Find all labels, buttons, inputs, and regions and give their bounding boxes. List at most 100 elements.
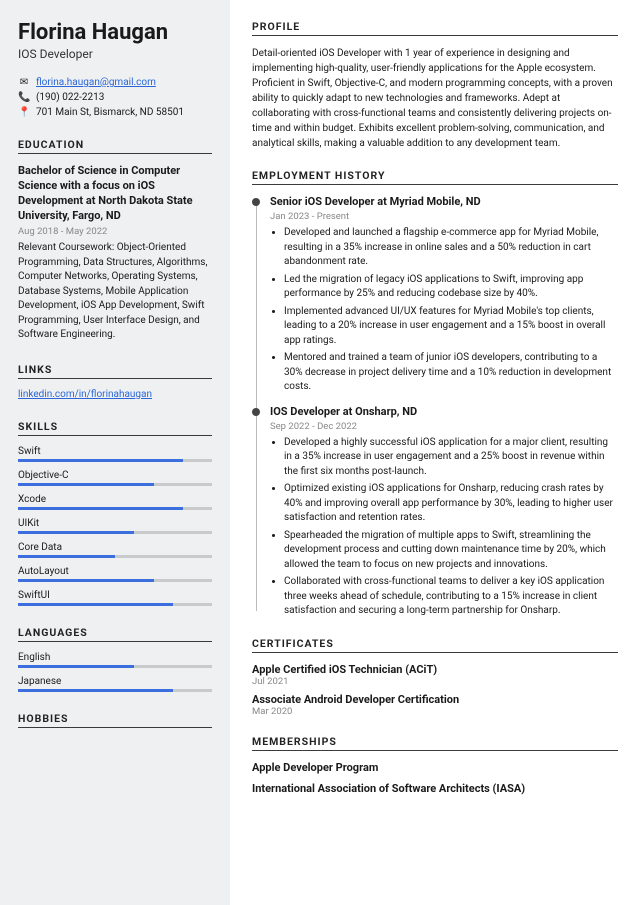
skill-row: AutoLayout bbox=[18, 566, 212, 582]
job-dates: Sep 2022 - Dec 2022 bbox=[270, 421, 618, 432]
heading-certificates: Certificates bbox=[252, 637, 618, 650]
job-title: IOS Developer at Onsharp, ND bbox=[270, 405, 618, 418]
skill-name: UIKit bbox=[18, 518, 212, 531]
contact-phone-row: 📞 (190) 022-2213 bbox=[18, 92, 212, 103]
sidebar: Florina Haugan IOS Developer ✉ florina.h… bbox=[0, 0, 230, 905]
skill-bar-fill bbox=[18, 665, 134, 668]
skill-bar-track bbox=[18, 483, 212, 486]
skill-bar-fill bbox=[18, 689, 173, 692]
certificate-date: Jul 2021 bbox=[252, 676, 618, 687]
person-role: IOS Developer bbox=[18, 47, 212, 61]
skill-row: SwiftUI bbox=[18, 590, 212, 606]
languages-list: English Japanese bbox=[18, 652, 212, 692]
divider bbox=[252, 750, 618, 751]
divider bbox=[252, 184, 618, 185]
skill-bar-fill bbox=[18, 507, 183, 510]
job-dates: Jan 2023 - Present bbox=[270, 211, 618, 222]
certificate-title: Apple Certified iOS Technician (ACiT) bbox=[252, 663, 618, 676]
certificate-title: Associate Android Developer Certificatio… bbox=[252, 693, 618, 706]
pin-icon: 📍 bbox=[18, 107, 30, 118]
employment-section: Employment History Senior iOS Developer … bbox=[252, 169, 618, 619]
job-bullet: Collaborated with cross-functional teams… bbox=[284, 575, 618, 619]
profile-text: Detail-oriented iOS Developer with 1 yea… bbox=[252, 46, 618, 151]
skill-name: Xcode bbox=[18, 494, 212, 507]
divider bbox=[18, 727, 212, 728]
skill-bar-fill bbox=[18, 459, 183, 462]
membership-item: International Association of Software Ar… bbox=[252, 782, 618, 795]
skill-row: Swift bbox=[18, 446, 212, 462]
job-bullet: Developed and launched a flagship e-comm… bbox=[284, 226, 618, 270]
skill-bar-fill bbox=[18, 555, 115, 558]
skill-bar-fill bbox=[18, 603, 173, 606]
education-body: Relevant Coursework: Object-Oriented Pro… bbox=[18, 241, 212, 343]
job-bullet: Implemented advanced UI/UX features for … bbox=[284, 305, 618, 349]
timeline-dot-icon bbox=[252, 408, 260, 416]
job-bullet: Mentored and trained a team of junior iO… bbox=[284, 351, 618, 395]
heading-languages: Languages bbox=[18, 626, 212, 639]
skill-name: Core Data bbox=[18, 542, 212, 555]
skill-bar-track bbox=[18, 603, 212, 606]
contact-email-row: ✉ florina.haugan@gmail.com bbox=[18, 77, 212, 88]
heading-hobbies: Hobbies bbox=[18, 712, 212, 725]
memberships-section: Memberships Apple Developer ProgramInter… bbox=[252, 735, 618, 795]
skill-bar-track bbox=[18, 507, 212, 510]
job-entry: Senior iOS Developer at Myriad Mobile, N… bbox=[252, 195, 618, 395]
job-entry: IOS Developer at Onsharp, ND Sep 2022 - D… bbox=[252, 405, 618, 619]
skill-row: UIKit bbox=[18, 518, 212, 534]
heading-education: Education bbox=[18, 138, 212, 151]
job-bullets: Developed a highly successful iOS applic… bbox=[284, 436, 618, 619]
contact-address-row: 📍 701 Main St, Bismarck, ND 58501 bbox=[18, 107, 212, 118]
heading-memberships: Memberships bbox=[252, 735, 618, 748]
education-dates: Aug 2018 - May 2022 bbox=[18, 226, 212, 237]
job-bullet: Spearheaded the migration of multiple ap… bbox=[284, 529, 618, 573]
address-text: 701 Main St, Bismarck, ND 58501 bbox=[36, 107, 184, 118]
person-name: Florina Haugan bbox=[18, 20, 212, 45]
employment-timeline: Senior iOS Developer at Myriad Mobile, N… bbox=[252, 195, 618, 619]
skill-name: SwiftUI bbox=[18, 590, 212, 603]
divider bbox=[252, 652, 618, 653]
heading-profile: Profile bbox=[252, 20, 618, 33]
job-bullets: Developed and launched a flagship e-comm… bbox=[284, 226, 618, 395]
job-title: Senior iOS Developer at Myriad Mobile, N… bbox=[270, 195, 618, 208]
timeline-dot-icon bbox=[252, 198, 260, 206]
skill-name: Japanese bbox=[18, 676, 212, 689]
skill-bar-track bbox=[18, 579, 212, 582]
skill-bar-track bbox=[18, 555, 212, 558]
profile-section: Profile Detail-oriented iOS Developer wi… bbox=[252, 20, 618, 151]
divider bbox=[18, 641, 212, 642]
certificates-section: Certificates Apple Certified iOS Technic… bbox=[252, 637, 618, 717]
skill-bar-track bbox=[18, 459, 212, 462]
skill-row: Core Data bbox=[18, 542, 212, 558]
skill-bar-track bbox=[18, 665, 212, 668]
skill-row: English bbox=[18, 652, 212, 668]
phone-icon: 📞 bbox=[18, 92, 30, 103]
skill-row: Japanese bbox=[18, 676, 212, 692]
divider bbox=[18, 153, 212, 154]
heading-links: Links bbox=[18, 363, 212, 376]
skills-list: Swift Objective-C Xcode UIKit Core Data AutoL… bbox=[18, 446, 212, 606]
skill-bar-fill bbox=[18, 483, 154, 486]
divider bbox=[18, 378, 212, 379]
divider bbox=[252, 35, 618, 36]
email-icon: ✉ bbox=[18, 77, 30, 88]
main-column: Profile Detail-oriented iOS Developer wi… bbox=[230, 0, 640, 905]
job-bullet: Developed a highly successful iOS applic… bbox=[284, 436, 618, 480]
skill-name: English bbox=[18, 652, 212, 665]
job-bullet: Led the migration of legacy iOS applicat… bbox=[284, 273, 618, 302]
skill-bar-track bbox=[18, 531, 212, 534]
skill-bar-track bbox=[18, 689, 212, 692]
skill-bar-fill bbox=[18, 531, 134, 534]
email-link[interactable]: florina.haugan@gmail.com bbox=[36, 77, 156, 88]
heading-employment: Employment History bbox=[252, 169, 618, 182]
skill-row: Xcode bbox=[18, 494, 212, 510]
phone-text: (190) 022-2213 bbox=[36, 92, 104, 103]
skill-name: Swift bbox=[18, 446, 212, 459]
skill-name: AutoLayout bbox=[18, 566, 212, 579]
linkedin-link[interactable]: linkedin.com/in/florinahaugan bbox=[18, 389, 152, 400]
skill-row: Objective-C bbox=[18, 470, 212, 486]
divider bbox=[18, 435, 212, 436]
skill-name: Objective-C bbox=[18, 470, 212, 483]
heading-skills: Skills bbox=[18, 420, 212, 433]
education-title: Bachelor of Science in Computer Science … bbox=[18, 164, 212, 223]
job-bullet: Optimized existing iOS applications for … bbox=[284, 482, 618, 526]
